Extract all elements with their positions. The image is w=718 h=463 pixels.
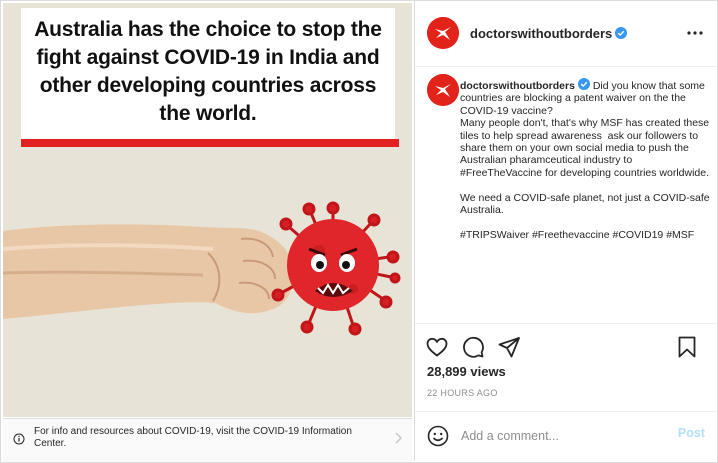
post-comment-button[interactable]: Post [678, 426, 705, 440]
comment-input[interactable] [461, 426, 651, 446]
caption-username[interactable]: doctorswithoutborders [460, 80, 575, 92]
verified-badge-icon [577, 78, 590, 90]
post-timestamp[interactable]: 22 HOURS AGO [427, 388, 498, 398]
share-icon[interactable] [497, 335, 521, 359]
comment-icon[interactable] [461, 335, 485, 359]
more-options-icon[interactable] [685, 26, 705, 40]
comment-bar: Post [415, 411, 717, 462]
msf-logo-icon [427, 74, 459, 106]
verified-badge-icon [615, 27, 628, 39]
chevron-right-icon [395, 432, 402, 444]
caption-avatar[interactable] [427, 74, 459, 106]
post-image[interactable]: Australia has the choice to stop the fig… [3, 3, 412, 417]
fist-punching-virus-illustration [3, 201, 401, 336]
emoji-icon[interactable] [427, 425, 449, 447]
post-side-panel: doctorswithoutborders doctorswithoutbord… [414, 0, 717, 461]
heart-icon[interactable] [425, 335, 449, 359]
caption-text-block: doctorswithoutborders Did you know that … [460, 78, 712, 241]
view-count[interactable]: 28,899 views [427, 364, 506, 379]
covid-info-text: For info and resources about COVID-19, v… [34, 426, 352, 449]
post-headline: Australia has the choice to stop the fig… [34, 18, 382, 125]
bookmark-icon[interactable] [675, 335, 699, 359]
msf-logo-icon [427, 17, 459, 49]
info-icon [13, 433, 25, 445]
post-header: doctorswithoutborders [415, 0, 717, 67]
caption-text: Did you know that some countries are blo… [460, 80, 710, 241]
headline-underline-bar [21, 139, 399, 147]
header-username[interactable]: doctorswithoutborders [470, 26, 612, 41]
covid-info-banner[interactable]: For info and resources about COVID-19, v… [3, 418, 412, 462]
headline-box: Australia has the choice to stop the fig… [21, 8, 395, 139]
virus-body [287, 219, 379, 311]
header-username-row[interactable]: doctorswithoutborders [470, 26, 628, 41]
avatar[interactable] [427, 17, 459, 49]
